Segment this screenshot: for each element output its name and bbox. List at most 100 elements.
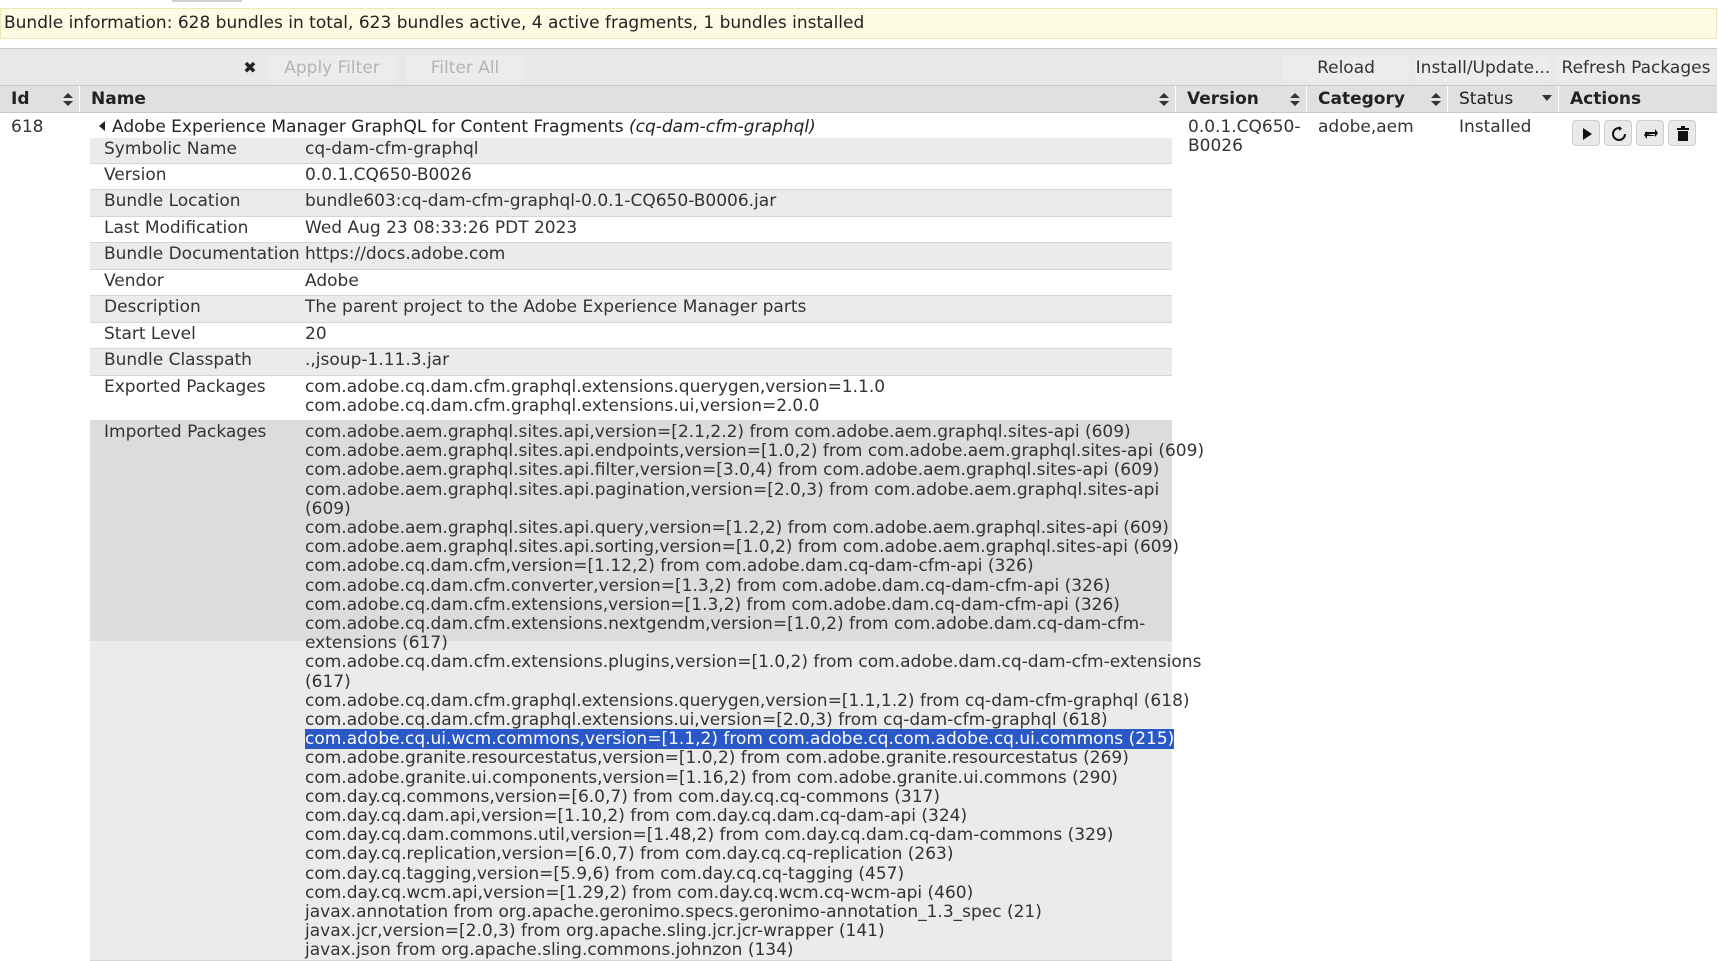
imported-package: com.adobe.cq.dam.cfm.graphql.extensions.…	[305, 710, 1108, 731]
bundle-name-row[interactable]: Adobe Experience Manager GraphQL for Con…	[99, 118, 816, 137]
refresh-packages-button[interactable]: Refresh Packages	[1556, 56, 1716, 81]
column-actions-label: Actions	[1570, 89, 1642, 109]
bundle-status-line: Bundle information: 628 bundles in total…	[0, 8, 1717, 39]
apply-filter-button[interactable]: Apply Filter	[268, 56, 396, 81]
imported-package: com.day.cq.dam.commons.util,version=[1.4…	[305, 825, 1114, 846]
detail-value: bundle603:cq-dam-cfm-graphql-0.0.1-CQ650…	[305, 191, 777, 211]
imported-package: com.day.cq.wcm.api,version=[1.29,2) from…	[305, 882, 974, 903]
imported-package: com.day.cq.dam.api,version=[1.10,2) from…	[305, 806, 968, 827]
detail-row-exported-packages: Exported Packages com.adobe.cq.dam.cfm.g…	[90, 376, 1172, 421]
toolbar: ✖ Apply Filter Filter All Reload Install…	[0, 48, 1717, 86]
bundle-details: Symbolic Name cq-dam-cfm-graphql Version…	[90, 138, 1205, 961]
collapse-triangle-icon[interactable]	[99, 121, 105, 131]
exported-package: com.adobe.cq.dam.cfm.graphql.extensions.…	[305, 396, 820, 417]
imported-package: com.adobe.cq.dam.cfm.graphql.extensions.…	[305, 690, 1190, 711]
sort-icon	[1431, 93, 1441, 106]
bundle-category: adobe,aem	[1318, 117, 1414, 137]
imported-package: javax.annotation from org.apache.geronim…	[305, 902, 1042, 923]
column-actions: Actions	[1559, 86, 1717, 112]
column-status-label: Status	[1459, 89, 1514, 109]
column-version-label: Version	[1187, 89, 1259, 109]
sort-icon	[1159, 93, 1169, 106]
update-bundle-button[interactable]	[1636, 120, 1664, 146]
imported-package: com.adobe.cq.dam.cfm.converter,version=[…	[305, 575, 1111, 596]
documentation-link[interactable]: https://docs.adobe.com	[305, 243, 1172, 264]
detail-value: 20	[305, 324, 327, 344]
detail-label: Description	[104, 297, 201, 317]
detail-label: Version	[104, 165, 167, 185]
imported-package: com.adobe.aem.graphql.sites.api.filter,v…	[305, 460, 1160, 481]
top-border	[0, 0, 1719, 4]
selected-text: com.adobe.cq.ui.wcm.commons,version=[1.1…	[305, 729, 1175, 750]
detail-row-symbolic-name: Symbolic Name cq-dam-cfm-graphql	[90, 138, 1172, 164]
detail-row-bundle-documentation: Bundle Documentation https://docs.adobe.…	[90, 243, 1172, 270]
detail-label: Bundle Classpath	[104, 350, 252, 370]
imported-package: com.adobe.aem.graphql.sites.api.sorting,…	[305, 537, 1180, 558]
reload-button[interactable]: Reload	[1282, 56, 1410, 81]
detail-row-last-modification: Last Modification Wed Aug 23 08:33:26 PD…	[90, 217, 1172, 243]
detail-row-bundle-location: Bundle Location bundle603:cq-dam-cfm-gra…	[90, 190, 1172, 217]
detail-value: Adobe	[305, 271, 359, 291]
detail-value: cq-dam-cfm-graphql	[305, 139, 479, 159]
imported-package: com.adobe.cq.dam.cfm.extensions.plugins,…	[305, 652, 1202, 673]
column-version[interactable]: Version	[1176, 86, 1307, 112]
refresh-icon	[1612, 126, 1626, 141]
imported-package: javax.json from org.apache.sling.commons…	[305, 940, 794, 961]
trash-icon	[1677, 126, 1689, 141]
detail-row-version: Version 0.0.1.CQ650-B0026	[90, 164, 1172, 190]
imported-package: (617)	[305, 671, 351, 692]
clear-filter-icon[interactable]: ✖	[240, 58, 260, 78]
table-header: Id Name Version Category Status Actions	[0, 86, 1717, 113]
column-name-label: Name	[91, 89, 146, 109]
bundle-name: Adobe Experience Manager GraphQL for Con…	[112, 117, 624, 137]
detail-row-description: Description The parent project to the Ad…	[90, 296, 1172, 323]
sort-icon	[1290, 93, 1300, 106]
update-icon	[1644, 129, 1658, 139]
start-button[interactable]	[1572, 120, 1600, 146]
bundle-version-line2: B0026	[1188, 136, 1243, 156]
sort-desc-icon	[1542, 95, 1552, 101]
bundle-version-line1: 0.0.1.CQ650-	[1188, 117, 1301, 137]
detail-row-vendor: Vendor Adobe	[90, 270, 1172, 296]
imported-package: com.adobe.aem.graphql.sites.api.paginati…	[305, 479, 1160, 500]
detail-label: Imported Packages	[104, 422, 267, 442]
column-category-label: Category	[1318, 89, 1405, 109]
imported-package: com.adobe.cq.dam.cfm,version=[1.12,2) fr…	[305, 556, 1034, 577]
imported-package: com.adobe.aem.graphql.sites.api,version=…	[305, 422, 1131, 442]
imported-packages-list: com.adobe.aem.graphql.sites.api,version=…	[305, 421, 1205, 961]
column-id-label: Id	[11, 89, 30, 109]
filter-input[interactable]	[16, 57, 234, 83]
detail-label: Exported Packages	[104, 377, 266, 397]
imported-package-selected: com.adobe.cq.ui.wcm.commons,version=[1.1…	[305, 729, 1175, 750]
exported-packages-list: com.adobe.cq.dam.cfm.graphql.extensions.…	[305, 376, 1172, 416]
imported-package: com.adobe.aem.graphql.sites.api.endpoint…	[305, 441, 1205, 462]
detail-value: The parent project to the Adobe Experien…	[305, 297, 807, 317]
refresh-bundle-button[interactable]	[1604, 120, 1632, 146]
bundle-id: 618	[11, 117, 44, 137]
install-update-button[interactable]: Install/Update...	[1415, 56, 1551, 81]
uninstall-button[interactable]	[1668, 120, 1696, 146]
column-status[interactable]: Status	[1448, 86, 1559, 112]
tab-indicator	[172, 0, 242, 2]
imported-package: com.adobe.granite.ui.components,version=…	[305, 767, 1118, 788]
column-category[interactable]: Category	[1307, 86, 1448, 112]
bundle-version: 0.0.1.CQ650- B0026	[1188, 118, 1301, 156]
detail-label: Last Modification	[104, 218, 249, 238]
detail-label: Symbolic Name	[104, 139, 237, 159]
detail-value: .,jsoup-1.11.3.jar	[305, 350, 450, 370]
filter-all-button[interactable]: Filter All	[406, 56, 524, 81]
imported-package: com.day.cq.commons,version=[6.0,7) from …	[305, 786, 940, 807]
imported-package: com.day.cq.replication,version=[6.0,7) f…	[305, 844, 954, 865]
bundle-symbolic-name: (cq-dam-cfm-graphql)	[628, 117, 816, 137]
column-name[interactable]: Name	[80, 86, 1176, 112]
detail-label: Start Level	[104, 324, 196, 344]
imported-package: (609)	[305, 498, 351, 519]
detail-label: Vendor	[104, 271, 164, 291]
imported-package: com.day.cq.tagging,version=[5.9,6) from …	[305, 863, 905, 884]
detail-label: Bundle Documentation	[104, 244, 300, 264]
imported-package: com.adobe.cq.dam.cfm.extensions.nextgend…	[305, 614, 1146, 635]
imported-package: com.adobe.aem.graphql.sites.api.query,ve…	[305, 518, 1169, 539]
column-id[interactable]: Id	[0, 86, 80, 112]
detail-value: 0.0.1.CQ650-B0026	[305, 165, 472, 185]
detail-row-start-level: Start Level 20	[90, 323, 1172, 349]
